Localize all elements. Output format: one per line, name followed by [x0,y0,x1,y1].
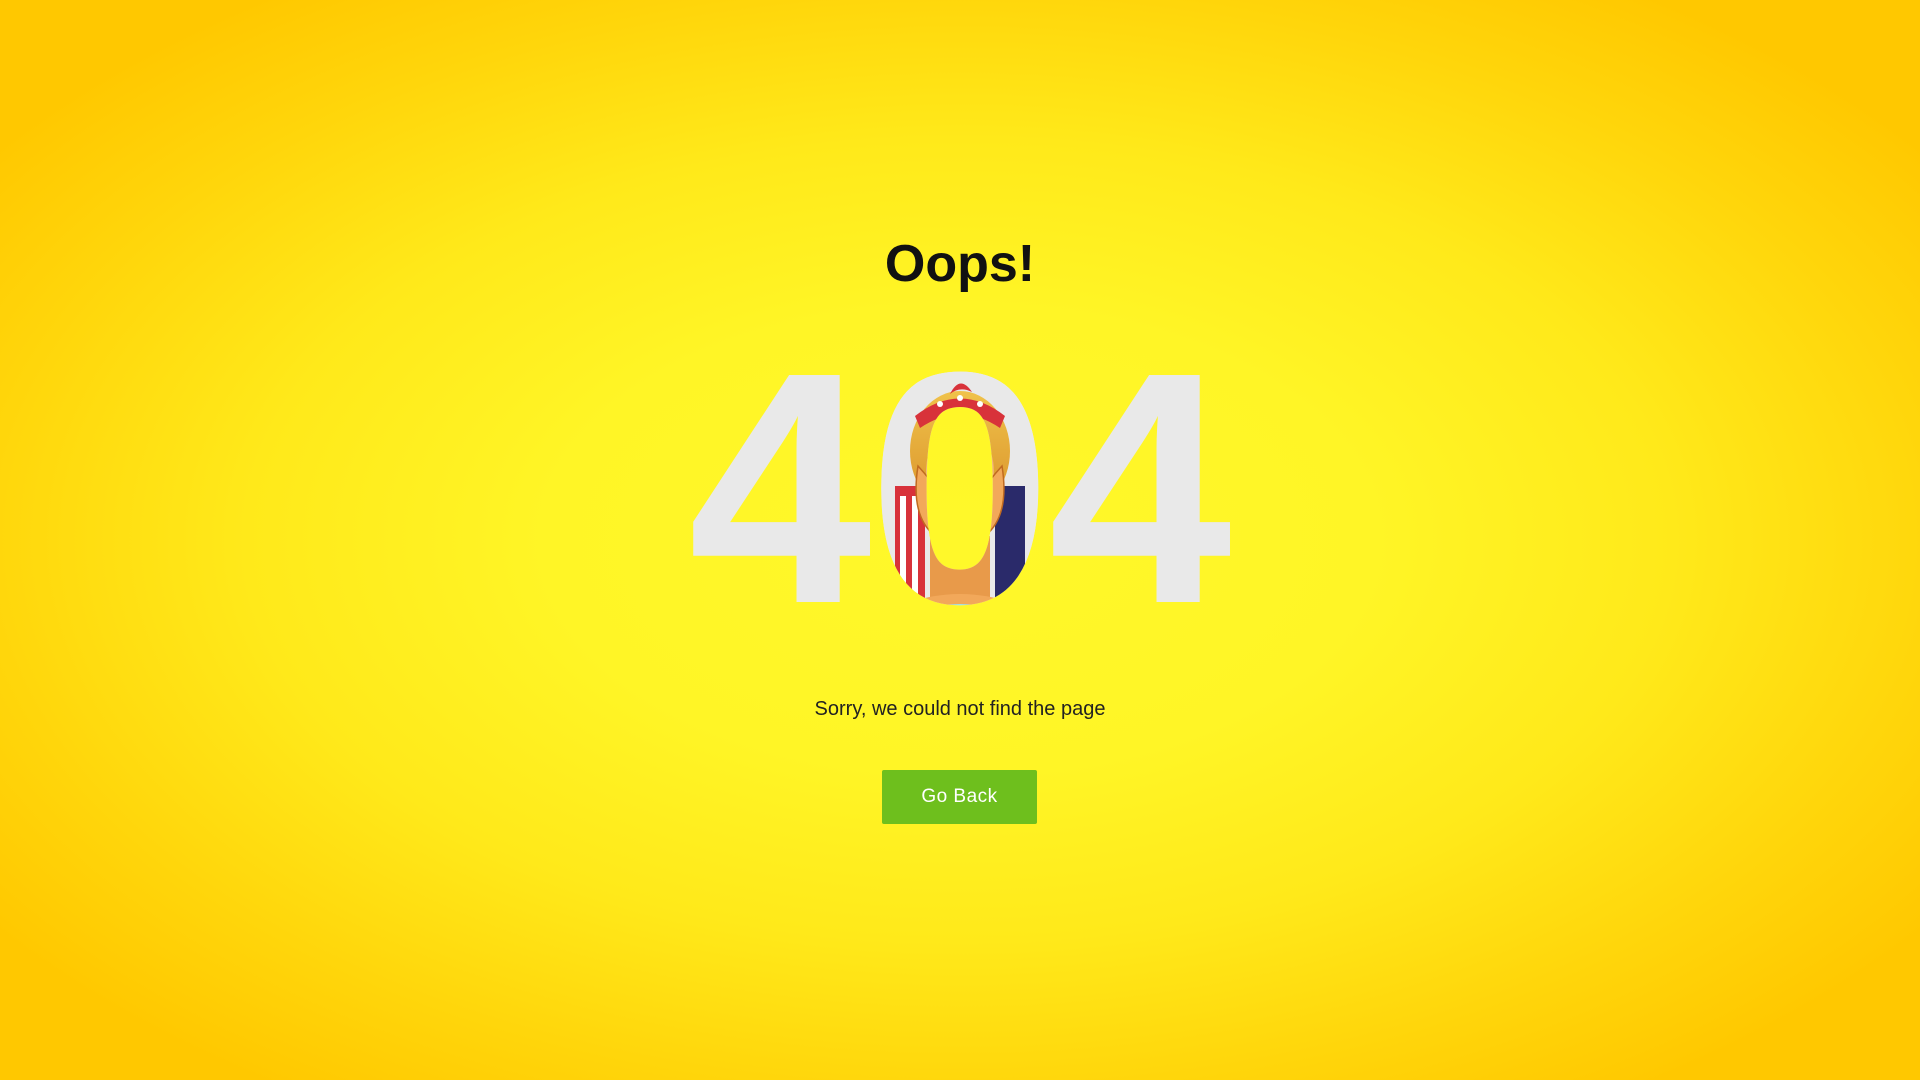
digit-four-right: 4 [1048,346,1234,636]
error-page: Oops! 0 4 0 [0,0,1920,1080]
error-code-graphic: 0 4 0 [688,346,1234,636]
surprised-woman-illustration [880,366,1040,636]
go-back-button[interactable]: Go Back [882,770,1037,824]
digit-zero-illustrated: 0 [868,346,1052,636]
page-title: Oops! [884,235,1036,293]
error-message: Sorry, we could not find the page [814,698,1106,720]
digit-four-left: 4 [688,346,874,636]
error-code-404: 0 4 0 [0,346,1920,636]
